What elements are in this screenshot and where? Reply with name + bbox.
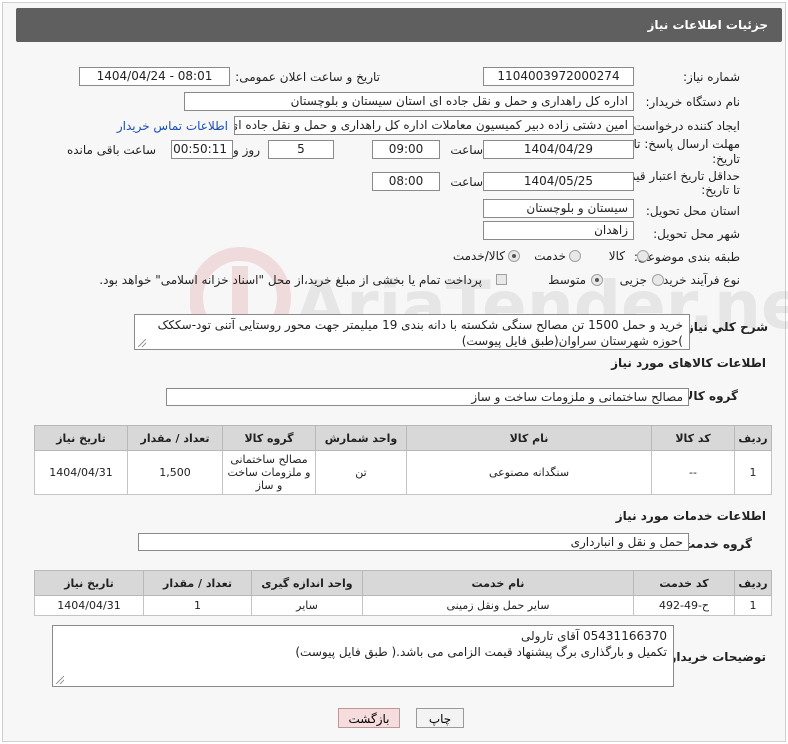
goods-cell-row: 1 [734,450,772,495]
category-option-goods: کالا [608,249,625,263]
resize-grip[interactable] [56,676,64,684]
province-field: سیستان و بلوچستان [483,199,634,218]
services-cell-code: ح-49-492 [633,595,735,616]
days-label: روز و [233,143,260,157]
description-text: خرید و حمل 1500 تن مصالح سنگی شکسته با د… [157,318,683,348]
services-col-row: ردیف [734,570,772,596]
remaining-time-field: 00:50:11 [171,140,233,159]
goods-cell-group: مصالح ساختمانی و ملزومات ساخت و ساز [222,450,316,495]
goods-cell-code: -- [651,450,735,495]
buyer-org-field: اداره کل راهداری و حمل و نقل جاده ای است… [184,92,634,111]
goods-col-unit: واحد شمارش [315,425,407,451]
page-title: جزئیات اطلاعات نیاز [647,18,768,32]
treasury-payment-note: پرداخت تمام یا بخشی از مبلغ خرید،از محل … [99,273,482,287]
reply-deadline-label: مهلت ارسال پاسخ: تا [633,137,740,151]
services-table-header: ردیف کد خدمت نام خدمت واحد اندازه گیری ت… [34,570,772,596]
city-field: زاهدان [483,221,634,240]
goods-group-field: مصالح ساختمانی و ملزومات ساخت و ساز [166,388,689,406]
buyer-notes-line-2: تکمیل و بارگذاری برگ پیشنهاد قیمت الزامی… [295,645,667,659]
services-group-label: گروه خدمت: [678,537,752,551]
category-label: طبقه بندی موضوعی: [633,250,740,264]
resize-grip[interactable] [138,339,146,347]
price-time-label: ساعت [450,175,483,189]
goods-col-group: گروه کالا [222,425,316,451]
services-col-qty: تعداد / مقدار [143,570,252,596]
description-textarea[interactable]: خرید و حمل 1500 تن مصالح سنگی شکسته با د… [134,314,690,350]
category-radio-goods-service[interactable] [508,250,520,262]
remaining-time-label: ساعت باقی مانده [66,143,156,157]
buyer-org-label: نام دستگاه خریدار: [645,95,741,109]
reply-date-field: 1404/04/29 [483,140,634,159]
city-label: شهر محل تحویل: [653,227,740,241]
services-section-title: اطلاعات خدمات مورد نیاز [615,509,766,523]
contact-buyer-link[interactable]: اطلاعات تماس خریدار [117,119,228,133]
back-button[interactable]: بازگشت [338,708,400,728]
price-date-field: 1404/05/25 [483,172,634,191]
print-button[interactable]: چاپ [416,708,464,728]
category-option-goods-service: کالا/خدمت [452,249,505,263]
goods-cell-unit: تن [315,450,407,495]
purchase-radio-minor[interactable] [652,274,664,286]
buyer-notes-textarea[interactable]: 05431166370 آقای تارولی تکمیل و بارگذاری… [52,625,674,687]
goods-col-qty: تعداد / مقدار [127,425,223,451]
purchase-type-label: نوع فرآیند خرید : [655,273,740,287]
goods-cell-qty: 1,500 [127,450,223,495]
goods-table-header: ردیف کد کالا نام کالا واحد شمارش گروه کا… [34,425,772,451]
requester-field: امین دشتی زاده دبیر کمیسیون معاملات ادار… [234,116,634,135]
page-header: جزئیات اطلاعات نیاز [16,8,782,42]
services-group-field: حمل و نقل و انبارداری [138,533,689,551]
purchase-option-medium: متوسط [548,273,586,287]
category-radio-service[interactable] [569,250,581,262]
treasury-payment-checkbox[interactable] [496,274,507,285]
table-row: 1 ح-49-492 سایر حمل ونقل زمینی سایر 1 14… [34,595,772,616]
category-radio-goods[interactable] [637,250,649,262]
services-cell-date: 1404/04/31 [34,595,144,616]
need-number-label: شماره نیاز: [683,70,740,84]
goods-col-code: کد کالا [651,425,735,451]
goods-col-name: نام کالا [406,425,652,451]
requester-label: ایجاد کننده درخواست: [629,119,740,133]
purchase-option-minor: جزیی [619,273,647,287]
reply-time-field: 09:00 [372,140,440,159]
announce-field: 1404/04/24 - 08:01 [79,67,230,86]
goods-cell-date: 1404/04/31 [34,450,128,495]
services-cell-name: سایر حمل ونقل زمینی [362,595,634,616]
services-table: ردیف کد خدمت نام خدمت واحد اندازه گیری ت… [34,570,772,616]
price-time-field: 08:00 [372,172,440,191]
reply-deadline-label-2: تاریخ: [712,152,740,166]
goods-col-row: ردیف [734,425,772,451]
reply-time-label: ساعت [450,143,483,157]
buyer-notes-label: توضیحات خریدار: [664,650,766,664]
purchase-radio-medium[interactable] [591,274,603,286]
goods-cell-name: سنگدانه مصنوعی [406,450,652,495]
services-cell-qty: 1 [143,595,252,616]
need-number-field: 1104003972000274 [483,67,634,86]
description-label: شرح کلي نياز: [682,320,768,334]
goods-col-date: تاریخ نیاز [34,425,128,451]
province-label: استان محل تحویل: [645,204,740,218]
goods-section-title: اطلاعات کالاهای مورد نیاز [611,356,766,370]
price-deadline-label-2: تا تاریخ: [701,183,740,197]
announce-label: تاریخ و ساعت اعلان عمومی: [235,70,380,84]
services-col-name: نام خدمت [362,570,634,596]
table-row: 1 -- سنگدانه مصنوعی تن مصالح ساختمانی و … [34,450,772,495]
services-col-unit: واحد اندازه گیری [251,570,363,596]
services-cell-unit: سایر [251,595,363,616]
days-remaining-field: 5 [268,140,334,159]
services-col-date: تاریخ نیاز [34,570,144,596]
category-option-service: خدمت [534,249,566,263]
services-col-code: کد خدمت [633,570,735,596]
goods-table: ردیف کد کالا نام کالا واحد شمارش گروه کا… [34,425,772,495]
buyer-notes-line-1: 05431166370 آقای تارولی [521,629,667,643]
services-cell-row: 1 [734,595,772,616]
